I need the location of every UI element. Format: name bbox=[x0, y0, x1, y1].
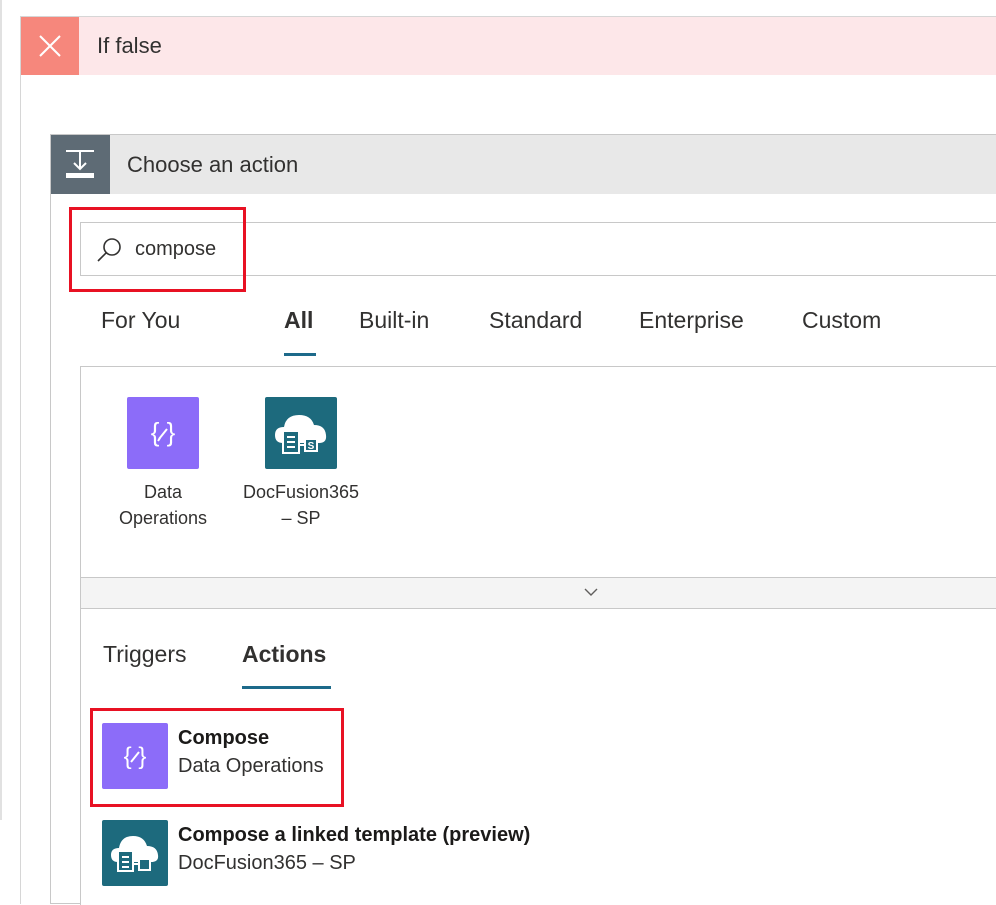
if-false-header[interactable]: If false bbox=[21, 17, 996, 75]
result-connector: DocFusion365 – SP bbox=[178, 852, 356, 874]
results-panel: Triggers Actions { } Compose Data Operat… bbox=[80, 609, 996, 905]
expand-connectors-bar[interactable] bbox=[80, 578, 996, 609]
result-compose[interactable]: { } Compose Data Operations bbox=[102, 723, 802, 789]
choose-action-title: Choose an action bbox=[127, 152, 299, 177]
tab-triggers[interactable]: Triggers bbox=[103, 641, 187, 668]
connectors-panel: { } Data Operations S DocFusion365 – SP bbox=[80, 366, 996, 578]
data-operations-icon: { } bbox=[127, 397, 199, 469]
svg-text:{ }: { } bbox=[151, 417, 176, 447]
if-false-title: If false bbox=[97, 33, 162, 58]
chevron-down-icon bbox=[584, 588, 598, 596]
search-input[interactable] bbox=[135, 235, 435, 263]
tab-all[interactable]: All bbox=[284, 307, 313, 334]
search-box[interactable] bbox=[80, 222, 996, 276]
choose-action-header: Choose an action bbox=[51, 135, 996, 194]
docfusion-cloud-icon bbox=[102, 820, 168, 886]
result-compose-linked-template[interactable]: Compose a linked template (preview) DocF… bbox=[102, 820, 802, 886]
active-subtab-indicator bbox=[242, 686, 331, 689]
tab-built-in[interactable]: Built-in bbox=[359, 307, 429, 334]
result-name: Compose bbox=[178, 727, 270, 749]
choose-action-card: Choose an action For You All Built-in St… bbox=[50, 134, 996, 905]
search-icon bbox=[97, 238, 121, 262]
docfusion-cloud-icon: S bbox=[265, 397, 337, 469]
tab-for-you[interactable]: For You bbox=[101, 307, 180, 334]
tab-actions[interactable]: Actions bbox=[242, 641, 326, 668]
connector-label: DocFusion365 – SP bbox=[242, 482, 360, 528]
result-name: Compose a linked template (preview) bbox=[178, 824, 531, 846]
tab-standard[interactable]: Standard bbox=[489, 307, 582, 334]
data-operations-icon: { } bbox=[102, 723, 168, 789]
connector-docfusion365-sp[interactable]: S DocFusion365 – SP bbox=[236, 397, 366, 531]
svg-text:S: S bbox=[308, 441, 315, 452]
action-step-icon bbox=[51, 135, 110, 194]
tab-enterprise[interactable]: Enterprise bbox=[639, 307, 744, 334]
connector-label: Data Operations bbox=[118, 482, 208, 528]
connector-data-operations[interactable]: { } Data Operations bbox=[98, 397, 228, 531]
close-icon bbox=[21, 17, 79, 75]
tab-custom[interactable]: Custom bbox=[802, 307, 881, 334]
active-tab-indicator bbox=[284, 353, 316, 356]
result-connector: Data Operations bbox=[178, 755, 324, 777]
left-divider bbox=[0, 0, 2, 820]
